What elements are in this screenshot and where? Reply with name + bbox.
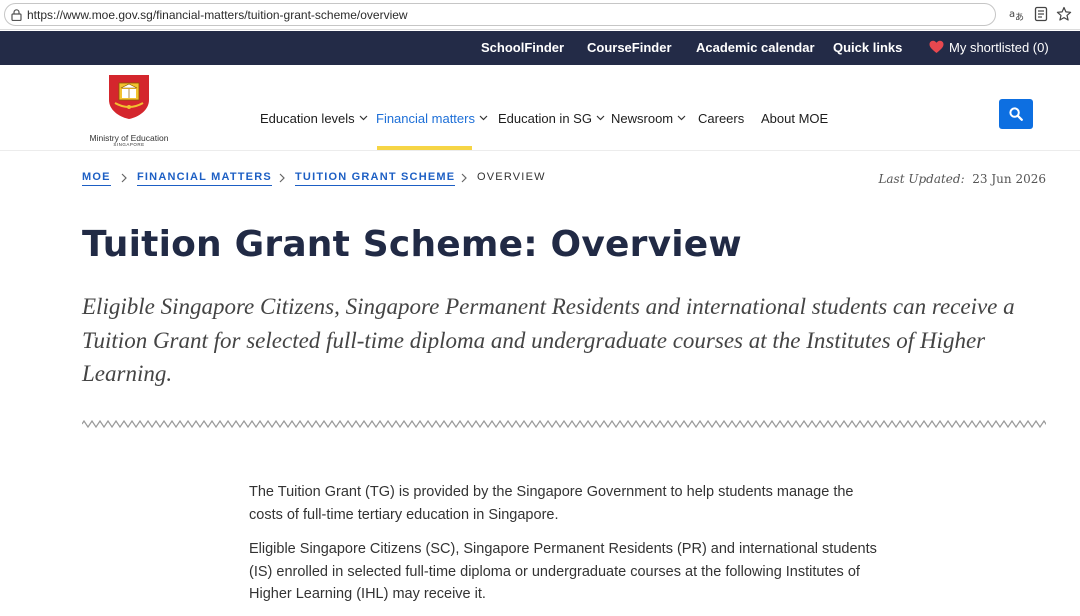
search-icon [1009, 107, 1023, 121]
page-title: Tuition Grant Scheme: Overview [82, 224, 742, 265]
lock-icon[interactable] [11, 9, 22, 21]
last-updated-date: 23 Jun 2026 [972, 172, 1046, 186]
reader-icon[interactable] [1033, 6, 1049, 22]
moe-crest-icon [109, 75, 149, 119]
search-button[interactable] [999, 99, 1033, 129]
address-bar[interactable]: https://www.moe.gov.sg/financial-matters… [4, 3, 996, 26]
nav-careers[interactable]: Careers [698, 111, 744, 126]
chevron-down-icon [677, 115, 686, 121]
body-paragraph-1: The Tuition Grant (TG) is provided by th… [249, 484, 854, 523]
nav-about-moe[interactable]: About MOE [761, 111, 828, 126]
my-shortlisted-link[interactable]: My shortlisted (0) [949, 40, 1049, 55]
logo-country: SINGAPORE [113, 142, 145, 147]
chevron-down-icon [479, 115, 488, 121]
url-text[interactable]: https://www.moe.gov.sg/financial-matters… [27, 8, 408, 22]
main-header: Ministry of Education SINGAPORE Educatio… [0, 65, 1080, 151]
chevron-right-icon [121, 173, 127, 183]
chevron-right-icon [279, 173, 285, 183]
breadcrumb-moe[interactable]: MOE [82, 171, 111, 186]
last-updated-label: Last Updated: [878, 172, 965, 186]
nav-label: Education levels [260, 111, 355, 126]
chevron-down-icon [359, 115, 368, 121]
breadcrumb-financial-matters[interactable]: FINANCIAL MATTERS [137, 171, 272, 186]
utility-bar: SchoolFinder CourseFinder Academic calen… [0, 31, 1080, 65]
nav-financial-matters[interactable]: Financial matters [376, 111, 488, 126]
body-paragraph-2: Eligible Singapore Citizens (SC), Singap… [249, 541, 877, 602]
quick-links-link[interactable]: Quick links [833, 40, 902, 55]
nav-newsroom[interactable]: Newsroom [611, 111, 686, 126]
translate-icon[interactable]: a あ [1009, 6, 1025, 22]
academic-calendar-link[interactable]: Academic calendar [696, 40, 815, 55]
chevron-right-icon [461, 173, 467, 183]
breadcrumb-current: OVERVIEW [477, 171, 546, 183]
coursefinder-link[interactable]: CourseFinder [587, 40, 672, 55]
nav-label: Newsroom [611, 111, 674, 126]
moe-logo[interactable]: Ministry of Education SINGAPORE [86, 74, 174, 147]
browser-toolbar: https://www.moe.gov.sg/financial-matters… [0, 0, 1080, 30]
svg-text:あ: あ [1015, 12, 1024, 22]
heart-icon[interactable] [929, 40, 944, 54]
schoolfinder-link[interactable]: SchoolFinder [481, 40, 564, 55]
page-lead: Eligible Singapore Citizens, Singapore P… [82, 294, 1015, 386]
star-icon[interactable] [1056, 6, 1072, 22]
breadcrumb-tuition-grant-scheme[interactable]: TUITION GRANT SCHEME [295, 171, 456, 186]
last-updated: Last Updated: 23 Jun 2026 [878, 172, 1046, 186]
wavy-divider [82, 419, 1046, 429]
nav-label: Financial matters [376, 111, 475, 126]
nav-education-levels[interactable]: Education levels [260, 111, 368, 126]
nav-education-in-sg[interactable]: Education in SG [498, 111, 605, 126]
nav-label: Education in SG [498, 111, 592, 126]
chevron-down-icon [596, 115, 605, 121]
active-nav-underline [377, 146, 472, 150]
